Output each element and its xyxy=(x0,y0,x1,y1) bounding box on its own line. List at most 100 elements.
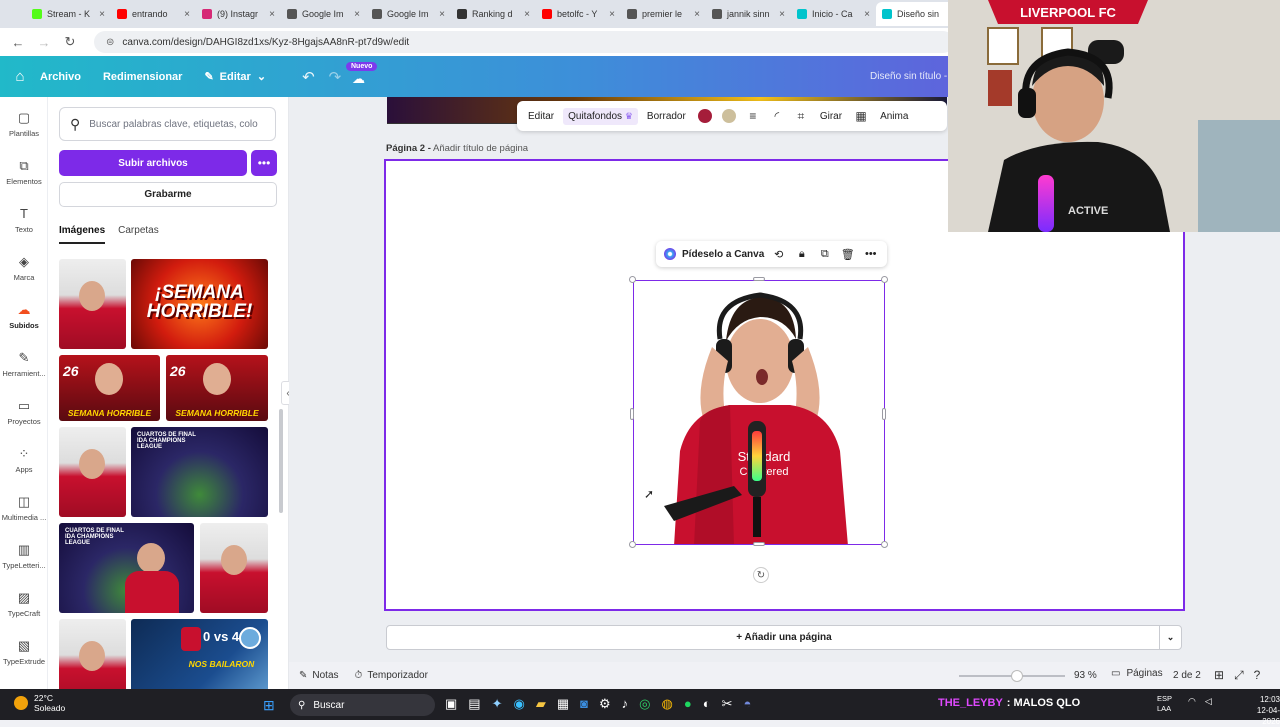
system-clock[interactable]: 12:03 12-04-2026 xyxy=(1242,694,1280,727)
store-icon[interactable]: ▦ xyxy=(557,696,569,712)
upload-files-button[interactable]: Subir archivos xyxy=(59,150,247,176)
archivo-menu[interactable]: Archivo xyxy=(40,71,81,83)
sidebar-item-typecraft[interactable]: ▨ TypeCraft xyxy=(0,589,48,618)
forward-arrow-icon[interactable]: → xyxy=(36,35,52,50)
more-options-icon[interactable]: ••• xyxy=(251,150,277,176)
resize-handle-top-left[interactable] xyxy=(629,276,636,283)
help-icon[interactable]: ? xyxy=(1254,668,1261,683)
weather-widget[interactable]: 22°C Soleado xyxy=(14,693,65,713)
edit-image-button[interactable]: Editar xyxy=(523,108,559,125)
close-tab-icon[interactable]: × xyxy=(694,9,700,20)
sidebar-item-proyectos[interactable]: ▭ Proyectos xyxy=(0,397,48,426)
sidebar-item-apps[interactable]: ⁘ Apps xyxy=(0,445,48,474)
spotify-icon[interactable]: ● xyxy=(684,696,692,712)
flip-button[interactable]: Girar xyxy=(815,108,847,125)
sidebar-item-elementos[interactable]: ⧉ Elementos xyxy=(0,157,48,186)
upload-thumbnail[interactable]: 26 SEMANA HORRIBLE xyxy=(59,355,160,421)
ask-canva-button[interactable]: Pídeselo a Canva xyxy=(682,249,764,260)
input-language[interactable]: ESP LAA xyxy=(1157,694,1172,714)
animate-button[interactable]: Anima xyxy=(875,108,913,125)
background-remover-button[interactable]: Quitafondos ♛ xyxy=(563,107,638,125)
resize-handle-bottom[interactable] xyxy=(753,542,765,546)
eraser-button[interactable]: Borrador xyxy=(642,108,691,125)
panel-scrollbar[interactable] xyxy=(278,259,284,689)
tiktok-icon[interactable]: ♪ xyxy=(622,696,629,712)
sidebar-item-herramient[interactable]: ✎ Herramient... xyxy=(0,349,48,378)
volume-icon[interactable]: ◁ xyxy=(1205,696,1212,707)
sidebar-item-typeletteri[interactable]: ▥ TypeLetteri... xyxy=(0,541,48,570)
close-tab-icon[interactable]: × xyxy=(524,9,530,20)
upload-thumbnail[interactable] xyxy=(59,427,126,517)
settings-icon[interactable]: ⚙ xyxy=(599,696,611,712)
upload-thumbnail[interactable] xyxy=(59,619,126,689)
selected-image[interactable]: Standard Chartered xyxy=(633,280,885,545)
browser-tab[interactable]: premier le × xyxy=(621,2,706,26)
upload-thumbnail[interactable] xyxy=(200,523,268,613)
search-box[interactable]: ⚲ xyxy=(59,107,276,141)
close-tab-icon[interactable]: × xyxy=(439,9,445,20)
browser-tab[interactable]: Inicio - Ca × xyxy=(791,2,876,26)
close-tab-icon[interactable]: × xyxy=(184,9,190,20)
color-swatch-beige[interactable] xyxy=(721,109,736,123)
resize-handle-left[interactable] xyxy=(630,408,634,420)
redo-icon[interactable]: ↷ xyxy=(329,68,342,86)
transparency-icon[interactable]: ▦ xyxy=(851,109,871,123)
wifi-icon[interactable]: ◠ xyxy=(1188,696,1196,707)
cloud-sync-icon[interactable]: ☁ xyxy=(352,71,365,87)
search-input[interactable] xyxy=(89,118,262,130)
close-tab-icon[interactable]: × xyxy=(864,9,870,20)
browser-tab[interactable]: Stream - K × xyxy=(26,2,111,26)
upload-thumbnail[interactable]: 26 SEMANA HORRIBLE xyxy=(166,355,268,421)
add-page-title[interactable]: Añadir título de página xyxy=(433,143,528,154)
design-title[interactable]: Diseño sin título - xyxy=(870,71,947,82)
browser-tab[interactable]: entrando × xyxy=(111,2,196,26)
reload-icon[interactable]: ↻ xyxy=(62,34,78,50)
chrome-icon[interactable]: ◍ xyxy=(662,696,673,712)
corner-rounding-icon[interactable]: ◜ xyxy=(767,109,787,123)
close-tab-icon[interactable]: × xyxy=(609,9,615,20)
outlook-icon[interactable]: ◙ xyxy=(580,696,588,712)
upload-thumbnail[interactable]: 0 vs 4 NOS BAILARON xyxy=(131,619,268,689)
rotate-handle-icon[interactable]: ↻ xyxy=(753,567,769,583)
tab-folders[interactable]: Carpetas xyxy=(118,225,159,244)
upload-thumbnail[interactable]: CUARTOS DE FINAL IDA CHAMPIONS LEAGUE xyxy=(131,427,268,517)
browser-tab[interactable]: Ranking d × xyxy=(451,2,536,26)
sidebar-item-plantillas[interactable]: ▢ Plantillas xyxy=(0,109,48,138)
lock-icon[interactable]: 🔒︎ xyxy=(793,248,810,261)
sidebar-item-multimedia[interactable]: ◫ Multimedia ... xyxy=(0,493,48,522)
capcut-icon[interactable]: ✂ xyxy=(722,696,733,712)
file-explorer-icon[interactable]: ▣ xyxy=(445,696,457,712)
timer-button[interactable]: ⏱ Temporizador xyxy=(355,670,428,681)
browser-tab[interactable]: betolfc - Y × xyxy=(536,2,621,26)
upload-thumbnail[interactable] xyxy=(59,259,126,349)
resize-handle-bottom-right[interactable] xyxy=(881,541,888,548)
record-yourself-button[interactable]: Grabarme xyxy=(59,182,277,207)
site-info-icon[interactable]: ⊜ xyxy=(106,37,114,48)
upload-thumbnail[interactable]: ¡SEMANA HORRIBLE! xyxy=(131,259,268,349)
resize-handle-top[interactable] xyxy=(753,277,765,281)
browser-tab[interactable]: (9) Instagr × xyxy=(196,2,281,26)
close-tab-icon[interactable]: × xyxy=(269,9,275,20)
editar-menu[interactable]: ✎ Editar ⌄ xyxy=(204,70,266,84)
zoom-value[interactable]: 93 % xyxy=(1074,670,1097,681)
tab-images[interactable]: Imágenes xyxy=(59,225,106,244)
crop-icon[interactable]: ⌗ xyxy=(791,109,811,124)
back-arrow-icon[interactable]: ← xyxy=(10,35,26,50)
browser-tab[interactable]: Google Im × xyxy=(281,2,366,26)
duplicate-icon[interactable]: ⧉ xyxy=(816,248,833,261)
browser-tab[interactable]: Google Im × xyxy=(366,2,451,26)
color-swatch-red[interactable] xyxy=(697,109,712,123)
grid-view-icon[interactable]: ⊞ xyxy=(1214,668,1224,683)
fullscreen-icon[interactable]: ⤢ xyxy=(1234,668,1244,683)
sidebar-item-marca[interactable]: ◈ Marca xyxy=(0,253,48,282)
comment-add-icon[interactable]: ⟲ xyxy=(770,248,787,261)
undo-icon[interactable]: ↶ xyxy=(302,68,315,86)
home-icon[interactable]: ⌂ xyxy=(0,68,40,85)
border-style-icon[interactable]: ≡ xyxy=(743,109,763,123)
add-page-button[interactable]: + Añadir una página ⌄ xyxy=(386,625,1182,650)
folder-icon[interactable]: ▰ xyxy=(536,696,546,712)
upload-thumbnail[interactable]: CUARTOS DE FINAL IDA CHAMPIONS LEAGUE xyxy=(59,523,194,613)
resize-handle-top-right[interactable] xyxy=(881,276,888,283)
page-label[interactable]: Página 2 - Añadir título de página xyxy=(386,143,528,154)
obs-icon[interactable]: ◐ xyxy=(703,696,711,712)
